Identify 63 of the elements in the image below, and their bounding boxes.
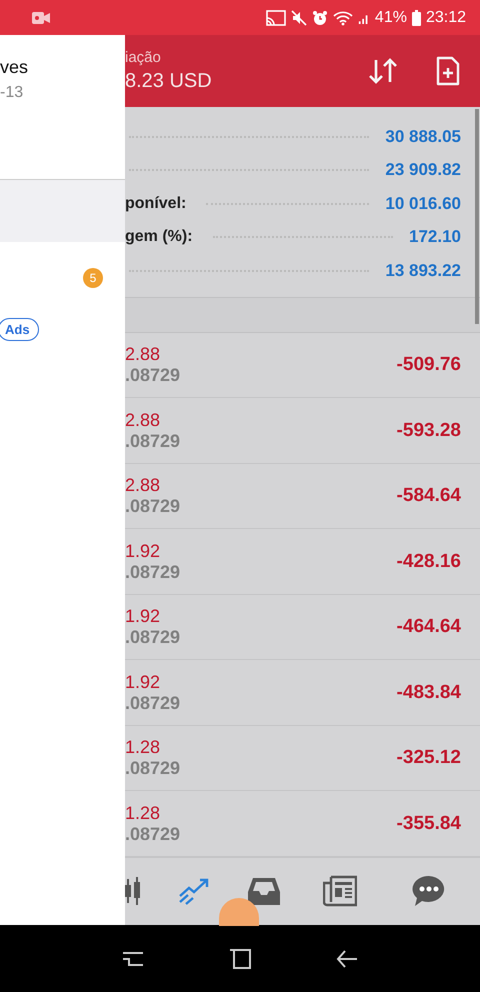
position-price: 2.88 (125, 475, 160, 496)
position-row[interactable]: 2.88 .08729 -593.28 (125, 398, 480, 464)
position-row[interactable]: 1.92 .08729 -428.16 (125, 529, 480, 595)
home-icon[interactable] (228, 946, 252, 970)
video-camera-icon (32, 10, 50, 24)
summary-value: 172.10 (409, 227, 461, 248)
summary-value: 30 888.05 (385, 126, 461, 147)
drawer-item[interactable]: Ads (0, 304, 125, 366)
drawer-item[interactable]: 5 (0, 242, 125, 304)
cast-icon (266, 10, 286, 26)
summary-label: ponível: (125, 194, 186, 213)
new-document-icon[interactable] (436, 56, 460, 86)
chat-icon[interactable] (412, 875, 446, 908)
summary-value: 23 909.82 (385, 160, 461, 180)
position-row[interactable]: 1.92 .08729 -464.64 (125, 594, 480, 660)
count-badge: 5 (83, 268, 103, 288)
position-price: 1.28 (125, 802, 160, 824)
position-rate: .08729 (125, 365, 180, 386)
header-balance: 8.23 USD (125, 70, 212, 93)
position-profit: -483.84 (396, 682, 461, 704)
position-profit: -428.16 (396, 550, 461, 573)
position-profit: -325.12 (396, 747, 461, 770)
position-profit: -464.64 (396, 616, 461, 638)
position-profit: -355.84 (396, 812, 461, 835)
position-row[interactable]: 1.92 .08729 -483.84 (125, 660, 480, 726)
position-price: 1.92 (125, 672, 160, 693)
mute-icon (290, 10, 307, 26)
sort-icon[interactable] (368, 58, 398, 84)
summary-label: gem (%): (125, 228, 193, 246)
position-row[interactable]: 1.28 .08729 -325.12 (125, 726, 480, 792)
position-rate: .08729 (125, 758, 180, 780)
position-row[interactable]: 2.88 .08729 -584.64 (125, 464, 480, 530)
position-profit: -584.64 (396, 485, 461, 508)
ads-tag: Ads (0, 318, 39, 341)
account-name: ves (0, 57, 28, 78)
position-price: 1.28 (125, 737, 160, 758)
position-rate: .08729 (125, 824, 180, 845)
position-rate: .08729 (125, 627, 180, 648)
battery-icon (412, 10, 421, 26)
summary-value: 13 893.22 (385, 260, 461, 281)
position-price: 2.88 (125, 410, 160, 431)
position-profit: -593.28 (396, 420, 461, 442)
position-row[interactable]: 2.88 .08729 -509.76 (125, 332, 480, 398)
position-price: 2.88 (125, 344, 160, 366)
position-rate: .08729 (125, 562, 180, 583)
position-rate: .08729 (125, 692, 180, 714)
clock-time: 23:12 (426, 8, 466, 26)
summary-value: 10 016.60 (385, 194, 461, 214)
position-rate: .08729 (125, 496, 180, 518)
trend-arrow-icon[interactable] (177, 876, 211, 906)
inbox-icon[interactable] (247, 876, 281, 906)
wifi-icon (332, 10, 353, 26)
position-price: 1.92 (125, 540, 160, 562)
newspaper-icon[interactable] (323, 875, 357, 908)
touch-indicator (219, 898, 259, 926)
position-profit: -509.76 (396, 354, 461, 376)
alarm-icon (312, 10, 328, 26)
position-rate: .08729 (125, 430, 180, 452)
position-price: 1.92 (125, 606, 160, 628)
candlestick-icon[interactable] (125, 876, 141, 906)
battery-percentage: 41% (374, 8, 407, 26)
header-label: iação (125, 48, 161, 66)
account-number: -13 (0, 84, 24, 102)
